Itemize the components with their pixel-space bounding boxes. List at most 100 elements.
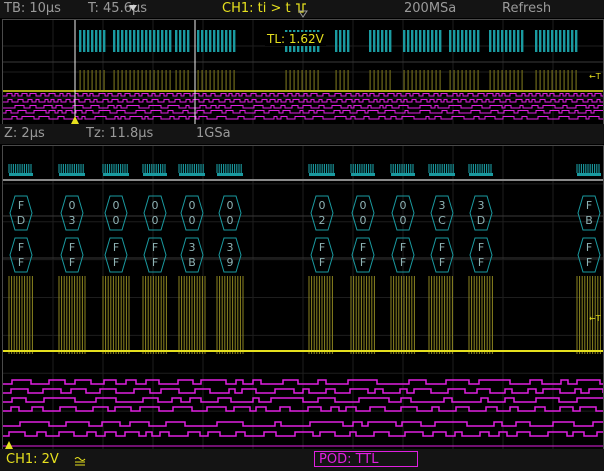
bus-burst-mark: [501, 30, 504, 52]
bus-burst-mark: [547, 30, 550, 52]
ch1-burst-mark: [539, 70, 541, 90]
trigger-level-marker-label: T: [595, 72, 601, 81]
decode-byte-row1-high: 0: [360, 199, 367, 212]
decode-byte-row1-low: 0: [360, 214, 367, 227]
ch1-burst-mark: [91, 70, 93, 90]
ch1-burst-mark: [225, 70, 227, 90]
ch1-burst-mark: [509, 70, 511, 90]
trigger-time-readout[interactable]: T: 45.6µs: [88, 1, 147, 16]
decode-byte-row2-high: 3: [227, 241, 234, 254]
ch1-burst-mark: [449, 70, 451, 90]
decode-byte-row2-high: F: [319, 241, 325, 254]
ch1-burst-mark: [83, 70, 85, 90]
ch1-burst-mark: [347, 70, 349, 90]
ch1-burst-mark: [233, 70, 235, 90]
ch1-burst-mark: [411, 70, 413, 90]
ch1-burst-mark: [415, 70, 417, 90]
pod-threshold[interactable]: POD: TTL: [314, 451, 418, 467]
timebase-readout[interactable]: TB: 10µs: [4, 1, 61, 16]
bus-burst-mark: [435, 30, 438, 52]
ch1-burst-mark: [141, 70, 143, 90]
bus-burst-mark: [113, 30, 116, 52]
decode-byte-row1-low: 2: [319, 214, 326, 227]
decode-byte-row2-high: F: [439, 241, 445, 254]
ch1-burst-mark: [461, 70, 463, 90]
bus-burst-mark: [411, 30, 414, 52]
ch1-burst-mark: [87, 70, 89, 90]
bus-frame-mark: [143, 173, 167, 176]
decode-byte-row2-high: 3: [189, 241, 196, 254]
bus-burst-mark: [453, 30, 456, 52]
decode-byte-row1-low: D: [17, 214, 25, 227]
ch1-scale[interactable]: CH1: 2V: [6, 452, 59, 467]
bus-burst-mark: [427, 30, 430, 52]
bus-burst-mark: [347, 30, 350, 52]
center-marker-icon: [298, 10, 308, 18]
bus-burst-mark: [571, 30, 574, 52]
status-bar: TB: 10µs T: 45.6µs CH1: ti > t 200MSa Re…: [0, 0, 604, 18]
ch1-burst-mark: [103, 70, 105, 90]
bus-burst-mark: [229, 30, 232, 52]
ch1-burst-mark: [389, 70, 391, 90]
bus-burst-mark: [343, 30, 346, 52]
overview-panel[interactable]: TL: 1.62V ←T: [2, 19, 604, 125]
zoom-waveform: FDFF03FF00FF00FF003B003902FF00FF00FF3CFF…: [3, 146, 603, 449]
zoom-timebase[interactable]: Z: 2µs: [4, 126, 45, 141]
acquisition-mode[interactable]: Refresh: [502, 1, 551, 16]
trigger-level-label: TL: 1.62V: [265, 32, 326, 46]
bus-burst-mark: [201, 30, 204, 52]
zoom-bar: Z: 2µs Tz: 11.8µs 1GSa: [0, 124, 604, 144]
bus-burst-mark: [493, 30, 496, 52]
bus-burst-mark: [187, 30, 190, 52]
ch1-burst-mark: [343, 70, 345, 90]
ch1-burst-mark: [297, 70, 299, 90]
zoom-trigger-marker-label: T: [595, 314, 601, 323]
bus-burst-mark: [79, 30, 82, 52]
ch1-burst-mark: [169, 70, 171, 90]
ch1-burst-mark: [567, 70, 569, 90]
decode-byte-row1-high: 3: [478, 199, 485, 212]
ch1-burst-mark: [555, 70, 557, 90]
decode-byte-row2-high: F: [69, 241, 75, 254]
bus-burst-mark: [83, 30, 86, 52]
bus-burst-mark: [373, 30, 376, 52]
decode-byte-row1-low: D: [477, 214, 485, 227]
ch1-burst-mark: [309, 70, 311, 90]
ch1-burst-mark: [505, 70, 507, 90]
bus-burst-mark: [381, 30, 384, 52]
bus-frame-mark: [351, 173, 375, 176]
bus-burst-mark: [117, 30, 120, 52]
digital-trace: [3, 397, 603, 403]
bus-burst-mark: [213, 30, 216, 52]
zoom-time[interactable]: Tz: 11.8µs: [86, 126, 153, 141]
ch1-burst-mark: [137, 70, 139, 90]
ch1-burst-mark: [175, 70, 177, 90]
ch1-burst-mark: [217, 70, 219, 90]
decode-byte-row1-low: 0: [113, 214, 120, 227]
decode-byte-row1-low: B: [585, 214, 593, 227]
ch1-burst-mark: [427, 70, 429, 90]
trigger-position-icon: [129, 5, 137, 11]
decode-byte-row1-high: 3: [439, 199, 446, 212]
ch1-burst-mark: [95, 70, 97, 90]
ch1-burst-mark: [439, 70, 441, 90]
decode-byte-row1-high: 0: [69, 199, 76, 212]
bus-burst-mark: [489, 30, 492, 52]
bus-burst-mark: [559, 30, 562, 52]
ch1-burst-mark: [197, 70, 199, 90]
ch1-burst-mark: [373, 70, 375, 90]
bus-burst-mark: [95, 30, 98, 52]
ch1-burst-mark: [317, 70, 319, 90]
trigger-setting[interactable]: CH1: ti > t: [222, 1, 307, 16]
bus-burst-mark: [121, 30, 124, 52]
ch1-burst-mark: [559, 70, 561, 90]
ch1-burst-mark: [129, 70, 131, 90]
ch1-burst-mark: [435, 70, 437, 90]
bus-burst-mark: [209, 30, 212, 52]
bus-frame-mark: [391, 173, 415, 176]
bus-frame-mark: [429, 173, 455, 176]
bus-burst-mark: [521, 30, 524, 52]
zoom-panel[interactable]: FDFF03FF00FF00FF003B003902FF00FF00FF3CFF…: [2, 145, 604, 450]
bus-burst-mark: [197, 30, 200, 52]
decode-byte-row2-low: F: [439, 256, 445, 269]
